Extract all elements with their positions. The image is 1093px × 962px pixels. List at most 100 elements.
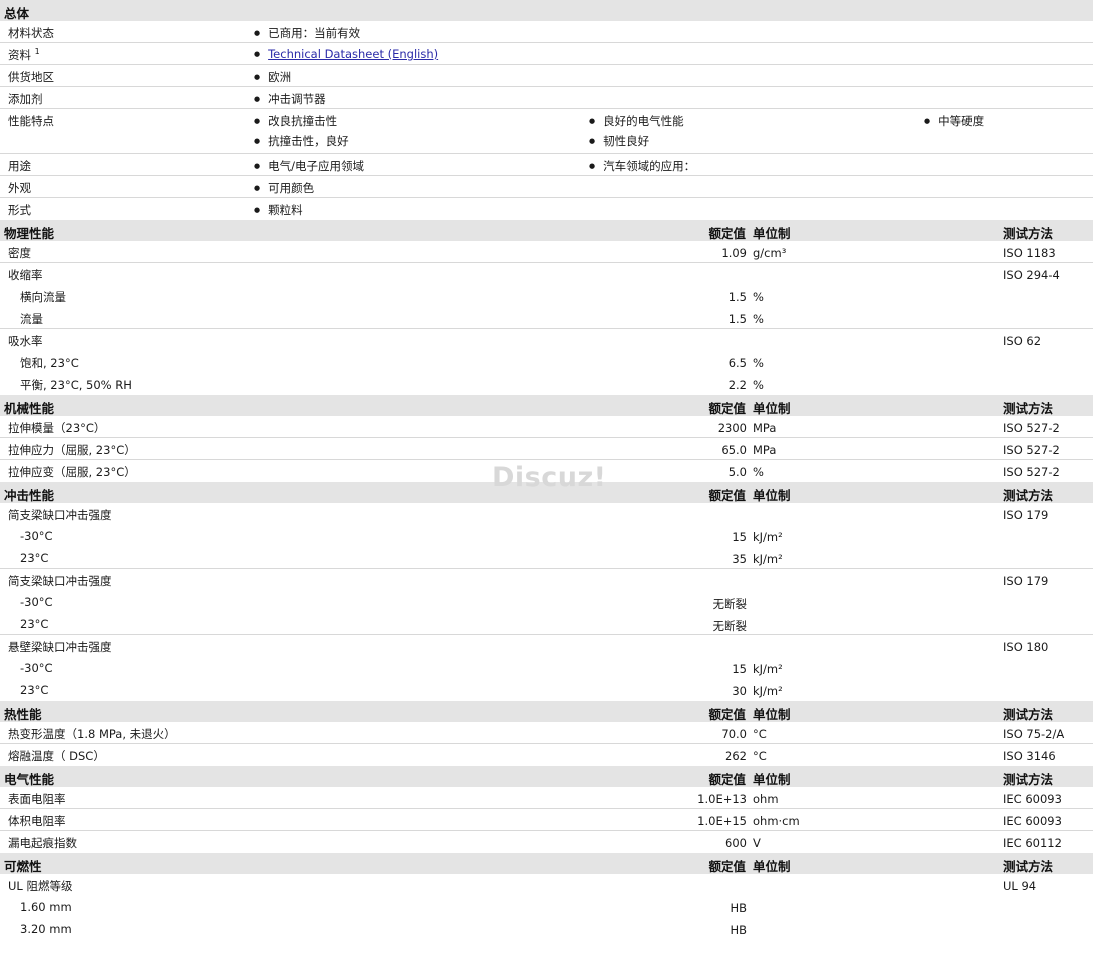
bullet-item: 良好的电气性能	[589, 113, 684, 129]
col-header-method: 测试方法	[1003, 859, 1054, 874]
row-method: ISO 527-2	[1003, 465, 1060, 479]
section-header-overview: 总体	[0, 0, 1093, 21]
row-label: 悬壁梁缺口冲击强度	[8, 640, 112, 654]
row-value: 1.5	[728, 290, 747, 304]
bullet-item: Technical Datasheet (English)	[254, 47, 438, 61]
row-documents: 资料 1 Technical Datasheet (English)	[0, 43, 1093, 65]
col-header-method: 测试方法	[1003, 488, 1054, 503]
row-label: 23°C	[20, 551, 49, 565]
col-header-unit: 单位制	[753, 488, 791, 503]
bullet-item: 电气/电子应用领域	[254, 158, 364, 174]
row-value: 无断裂	[712, 597, 748, 611]
row-ul-160: 1.60 mm HB	[0, 896, 1093, 918]
row-label: UL 阻燃等级	[8, 879, 73, 893]
row-unit: MPa	[753, 443, 777, 457]
col-header-unit: 单位制	[753, 772, 791, 787]
row-label: 拉伸应变（屈服, 23°C）	[8, 465, 136, 479]
row-unit: kJ/m²	[753, 552, 783, 566]
watermark: Discuz!	[492, 462, 607, 493]
row-unit: °C	[753, 727, 767, 741]
section-header-thermal: 热性能 额定值 单位制 测试方法	[0, 701, 1093, 722]
row-density: 密度 1.09 g/cm³ ISO 1183	[0, 241, 1093, 263]
row-label: -30°C	[20, 529, 53, 543]
footnote-mark: 1	[34, 47, 40, 57]
row-charpy-notched-m30: -30°C 15 kJ/m²	[0, 525, 1093, 547]
row-charpy-notched: 简支梁缺口冲击强度 ISO 179	[0, 503, 1093, 525]
bullet-item: 汽车领域的应用：	[589, 158, 695, 174]
row-uses: 用途 电气/电子应用领域 汽车领域的应用：	[0, 154, 1093, 176]
row-label: 23°C	[20, 683, 49, 697]
row-unit: V	[753, 836, 761, 850]
row-value: 65.0	[721, 443, 747, 457]
row-unit: %	[753, 465, 764, 479]
section-title: 机械性能	[4, 401, 55, 416]
bullet-item: 颗粒料	[254, 202, 303, 218]
row-surface-resistivity: 表面电阻率 1.0E+13 ohm IEC 60093	[0, 787, 1093, 809]
bullet-item: 已商用：当前有效	[254, 25, 360, 41]
row-method: ISO 179	[1003, 508, 1049, 522]
row-method: ISO 1183	[1003, 246, 1056, 260]
row-label: 饱和, 23°C	[20, 356, 79, 370]
row-label: 简支梁缺口冲击强度	[8, 508, 112, 522]
row-value: 262	[725, 749, 747, 763]
col-header-method: 测试方法	[1003, 226, 1054, 241]
row-charpy-unnotched: 简支梁缺口冲击强度 ISO 179	[0, 569, 1093, 591]
row-method: IEC 60093	[1003, 814, 1062, 828]
row-label: 吸水率	[8, 334, 43, 348]
row-label: 平衡, 23°C, 50% RH	[20, 378, 132, 392]
row-method: ISO 179	[1003, 574, 1049, 588]
bullet-item: 可用颜色	[254, 180, 314, 196]
row-charpy-unnotched-23: 23°C 无断裂	[0, 613, 1093, 635]
row-label: 密度	[8, 246, 31, 260]
row-unit: MPa	[753, 421, 777, 435]
row-value: 15	[732, 530, 747, 544]
col-header-method: 测试方法	[1003, 401, 1054, 416]
row-melt-temp: 熔融温度（ DSC） 262 °C ISO 3146	[0, 744, 1093, 766]
row-value: 35	[732, 552, 747, 566]
row-unit: ohm·cm	[753, 814, 800, 828]
row-value: 无断裂	[712, 619, 748, 633]
col-header-unit: 单位制	[753, 226, 791, 241]
row-label: 漏电起痕指数	[8, 836, 77, 850]
section-title: 总体	[4, 6, 30, 21]
row-method: ISO 527-2	[1003, 443, 1060, 457]
col-header-rated: 额定值	[708, 488, 746, 503]
row-method: UL 94	[1003, 879, 1037, 893]
section-header-physical: 物理性能 额定值 单位制 测试方法	[0, 220, 1093, 241]
col-header-unit: 单位制	[753, 707, 791, 722]
row-unit: %	[753, 312, 764, 326]
row-features: 性能特点 改良抗撞击性 良好的电气性能 中等硬度 抗撞击性，良好 韧性良好	[0, 109, 1093, 154]
row-label: 材料状态	[8, 26, 54, 40]
row-izod-m30: -30°C 15 kJ/m²	[0, 657, 1093, 679]
row-label: 性能特点	[8, 114, 54, 128]
section-title: 电气性能	[4, 772, 55, 787]
bullet-item: 中等硬度	[924, 113, 984, 129]
row-volume-resistivity: 体积电阻率 1.0E+15 ohm·cm IEC 60093	[0, 809, 1093, 831]
row-izod: 悬壁梁缺口冲击强度 ISO 180	[0, 635, 1093, 657]
row-value: 1.0E+15	[697, 814, 747, 828]
section-header-flammability: 可燃性 额定值 单位制 测试方法	[0, 853, 1093, 874]
col-header-rated: 额定值	[708, 707, 746, 722]
row-method: ISO 62	[1003, 334, 1042, 348]
row-region: 供货地区 欧洲	[0, 65, 1093, 87]
row-unit: kJ/m²	[753, 684, 783, 698]
row-method: IEC 60093	[1003, 792, 1062, 806]
row-value: 1.0E+13	[697, 792, 747, 806]
row-unit: %	[753, 378, 764, 392]
row-value: 30	[732, 684, 747, 698]
section-title: 可燃性	[4, 859, 42, 874]
row-unit: %	[753, 290, 764, 304]
row-value: 600	[725, 836, 747, 850]
row-label: 熔融温度（ DSC）	[8, 749, 105, 763]
row-label: -30°C	[20, 595, 53, 609]
row-label: -30°C	[20, 661, 53, 675]
row-unit: °C	[753, 749, 767, 763]
row-water-absorption: 吸水率 ISO 62	[0, 329, 1093, 351]
row-label: 供货地区	[8, 70, 54, 84]
col-header-rated: 额定值	[708, 226, 746, 241]
row-form: 形式 颗粒料	[0, 198, 1093, 220]
row-label: 表面电阻率	[8, 792, 66, 806]
col-header-rated: 额定值	[708, 859, 746, 874]
row-shrinkage: 收缩率 ISO 294-4	[0, 263, 1093, 285]
datasheet-link[interactable]: Technical Datasheet (English)	[268, 47, 438, 61]
